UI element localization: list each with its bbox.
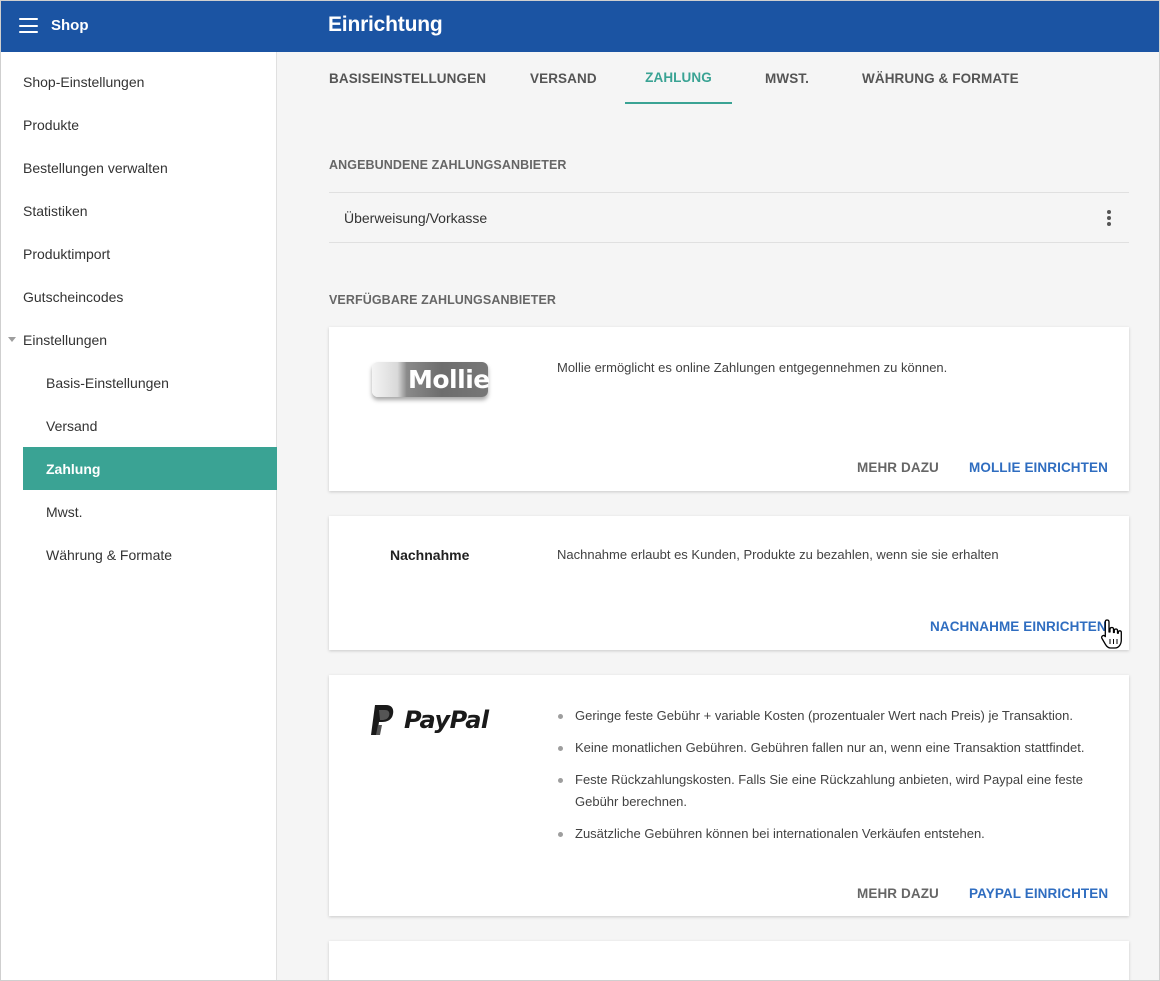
sidebar-item-label: Zahlung — [46, 460, 101, 477]
paypal-p-icon — [371, 705, 394, 735]
sidebar-item-label: Mwst. — [46, 503, 83, 520]
sidebar-item-label: Produktimport — [23, 245, 111, 262]
tab-waehrung-formate[interactable]: WÄHRUNG & FORMATE — [862, 52, 1019, 104]
sidebar-item-statistiken[interactable]: Statistiken — [23, 189, 277, 232]
tab-mwst[interactable]: MWST. — [765, 52, 809, 104]
sidebar-subitem-waehrung-formate[interactable]: Währung & Formate — [23, 533, 277, 576]
tab-versand[interactable]: VERSAND — [530, 52, 597, 104]
tab-basiseinstellungen[interactable]: BASISEINSTELLUNGEN — [329, 52, 486, 104]
sidebar-subitem-versand[interactable]: Versand — [23, 404, 277, 447]
feature-item: Feste Rückzahlungskosten. Falls Sie eine… — [557, 769, 1097, 813]
sidebar-item-label: Basis-Einstellungen — [46, 374, 169, 391]
mollie-logo-text: Mollie — [408, 365, 490, 394]
app-title: Shop — [51, 17, 89, 34]
provider-card-mollie: Mollie Mollie ermöglicht es online Zahlu… — [329, 327, 1129, 491]
setup-nachnahme-button[interactable]: NACHNAHME EINRICHTEN — [930, 619, 1107, 634]
sidebar-item-shop-einstellungen[interactable]: Shop-Einstellungen — [23, 60, 277, 103]
top-app-bar: Shop Einrichtung — [1, 1, 1159, 52]
sidebar-item-label: Bestellungen verwalten — [23, 159, 168, 176]
paypal-feature-list: Geringe feste Gebühr + variable Kosten (… — [557, 705, 1097, 855]
sidebar-subitem-mwst[interactable]: Mwst. — [23, 490, 277, 533]
main-content: BASISEINSTELLUNGEN VERSAND ZAHLUNG MWST.… — [277, 52, 1159, 980]
provider-description: Nachnahme erlaubt es Kunden, Produkte zu… — [557, 547, 999, 562]
paypal-logo: PayPal — [369, 703, 494, 739]
app-window: Shop Einrichtung Shop-Einstellungen Prod… — [0, 0, 1160, 981]
available-providers-heading: VERFÜGBARE ZAHLUNGSANBIETER — [329, 293, 557, 307]
provider-name: Nachnahme — [390, 547, 470, 563]
sidebar-item-label: Gutscheincodes — [23, 288, 124, 305]
sidebar-item-einstellungen[interactable]: Einstellungen — [8, 318, 277, 361]
sidebar-item-label: Versand — [46, 417, 98, 434]
hamburger-menu-icon[interactable] — [19, 18, 38, 33]
tab-zahlung[interactable]: ZAHLUNG — [625, 52, 732, 104]
feature-item: Zusätzliche Gebühren können bei internat… — [557, 823, 1097, 845]
linked-providers-heading: ANGEBUNDENE ZAHLUNGSANBIETER — [329, 158, 567, 172]
sidebar-item-produkte[interactable]: Produkte — [23, 103, 277, 146]
sidebar-item-label: Statistiken — [23, 202, 88, 219]
sidebar-nav: Shop-Einstellungen Produkte Bestellungen… — [1, 52, 277, 980]
feature-item: Keine monatlichen Gebühren. Gebühren fal… — [557, 737, 1097, 759]
sidebar-subitem-basis-einstellungen[interactable]: Basis-Einstellungen — [23, 361, 277, 404]
feature-item: Geringe feste Gebühr + variable Kosten (… — [557, 705, 1097, 727]
linked-provider-name: Überweisung/Vorkasse — [344, 210, 488, 226]
hand-pointer-cursor — [1101, 619, 1122, 649]
mollie-logo: Mollie — [372, 362, 490, 397]
more-info-button[interactable]: MEHR DAZU — [857, 886, 939, 901]
more-vertical-icon[interactable] — [1107, 210, 1111, 226]
page-title: Einrichtung — [328, 13, 443, 36]
provider-description: Mollie ermöglicht es online Zahlungen en… — [557, 360, 948, 375]
sidebar-item-label: Währung & Formate — [46, 546, 173, 563]
sidebar-item-label: Shop-Einstellungen — [23, 73, 145, 90]
setup-mollie-button[interactable]: MOLLIE EINRICHTEN — [969, 460, 1108, 475]
caret-down-icon[interactable] — [8, 337, 16, 342]
linked-provider-row[interactable]: Überweisung/Vorkasse — [329, 192, 1129, 243]
provider-card-paypal: PayPal Geringe feste Gebühr + variable K… — [329, 675, 1129, 916]
more-info-button[interactable]: MEHR DAZU — [857, 460, 939, 475]
sidebar-item-gutscheincodes[interactable]: Gutscheincodes — [23, 275, 277, 318]
setup-paypal-button[interactable]: PAYPAL EINRICHTEN — [969, 886, 1108, 901]
sidebar-item-bestellungen[interactable]: Bestellungen verwalten — [23, 146, 277, 189]
paypal-logo-text: PayPal — [404, 706, 489, 734]
sidebar-item-label: Einstellungen — [23, 331, 108, 348]
sidebar-item-label: Produkte — [23, 116, 80, 133]
sidebar-item-produktimport[interactable]: Produktimport — [23, 232, 277, 275]
sidebar-subitem-zahlung[interactable]: Zahlung — [23, 447, 277, 490]
provider-card-partial — [329, 941, 1129, 980]
provider-card-nachnahme: Nachnahme Nachnahme erlaubt es Kunden, P… — [329, 516, 1129, 650]
